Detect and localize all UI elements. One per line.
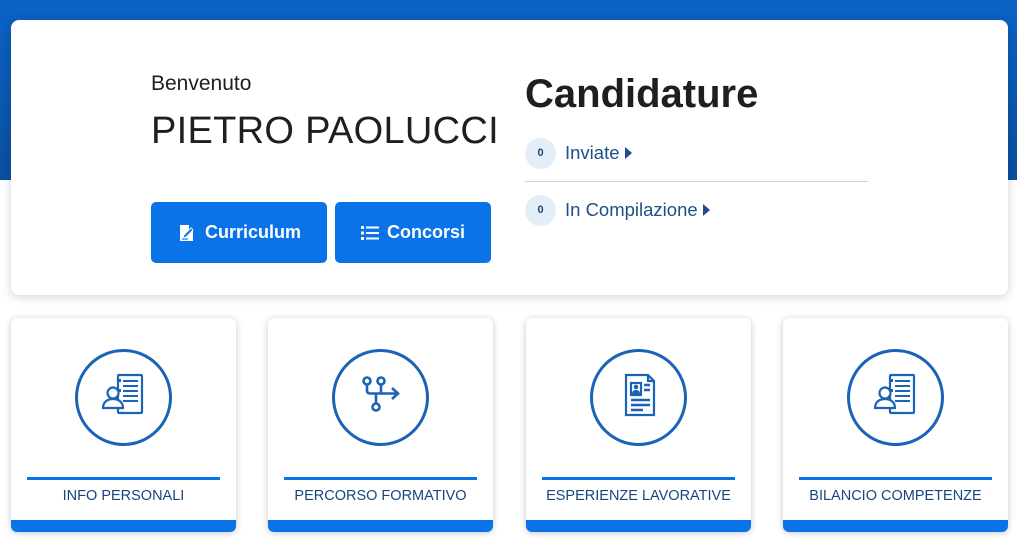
tile-bottom-bar xyxy=(268,520,493,532)
tile-divider xyxy=(27,477,220,480)
tile-icon-circle xyxy=(590,349,687,446)
tile-icon-circle xyxy=(332,349,429,446)
concorsi-button[interactable]: Concorsi xyxy=(335,202,491,263)
user-document-icon xyxy=(96,367,152,428)
resume-document-icon xyxy=(611,367,667,428)
curriculum-button-label: Curriculum xyxy=(204,222,301,242)
tile-info-personali[interactable]: INFO PERSONALI xyxy=(11,318,236,532)
tile-bilancio-competenze[interactable]: BILANCIO COMPETENZE xyxy=(783,318,1008,532)
tile-percorso-formativo[interactable]: PERCORSO FORMATIVO xyxy=(268,318,493,532)
tile-bottom-bar xyxy=(783,520,1008,532)
tile-label: ESPERIENZE LAVORATIVE xyxy=(546,488,731,504)
caret-right-icon xyxy=(624,147,632,159)
tile-icon-circle xyxy=(847,349,944,446)
tile-divider xyxy=(799,477,992,480)
inviate-count-badge: 0 xyxy=(525,137,556,169)
curriculum-button[interactable]: Curriculum xyxy=(151,202,327,263)
tile-label: PERCORSO FORMATIVO xyxy=(294,488,467,504)
in-compilazione-label: In Compilazione xyxy=(565,199,698,220)
welcome-text: Benvenuto xyxy=(151,72,252,95)
concorsi-button-label: Concorsi xyxy=(386,222,465,242)
tile-label: BILANCIO COMPETENZE xyxy=(809,488,982,504)
path-arrow-icon xyxy=(353,367,409,428)
candidature-title: Candidature xyxy=(525,72,759,116)
in-compilazione-count-badge: 0 xyxy=(525,194,556,226)
user-document-icon xyxy=(868,367,924,428)
edit-document-icon xyxy=(177,223,197,243)
tile-divider xyxy=(284,477,477,480)
tile-esperienze-lavorative[interactable]: ESPERIENZE LAVORATIVE xyxy=(526,318,751,532)
tile-label: INFO PERSONALI xyxy=(62,488,185,504)
welcome-card: Benvenuto PIETRO PAOLUCCI Curriculum Con… xyxy=(11,20,1008,295)
candidature-divider xyxy=(525,181,868,182)
tile-bottom-bar xyxy=(11,520,236,532)
tile-divider xyxy=(542,477,735,480)
tile-bottom-bar xyxy=(526,520,751,532)
candidature-inviate-link[interactable]: 0 Inviate xyxy=(525,136,868,170)
candidature-in-compilazione-link[interactable]: 0 In Compilazione xyxy=(525,193,868,227)
list-icon xyxy=(360,225,379,241)
user-name: PIETRO PAOLUCCI xyxy=(151,110,499,152)
caret-right-icon xyxy=(702,204,710,216)
tile-icon-circle xyxy=(75,349,172,446)
inviate-label: Inviate xyxy=(565,142,620,163)
